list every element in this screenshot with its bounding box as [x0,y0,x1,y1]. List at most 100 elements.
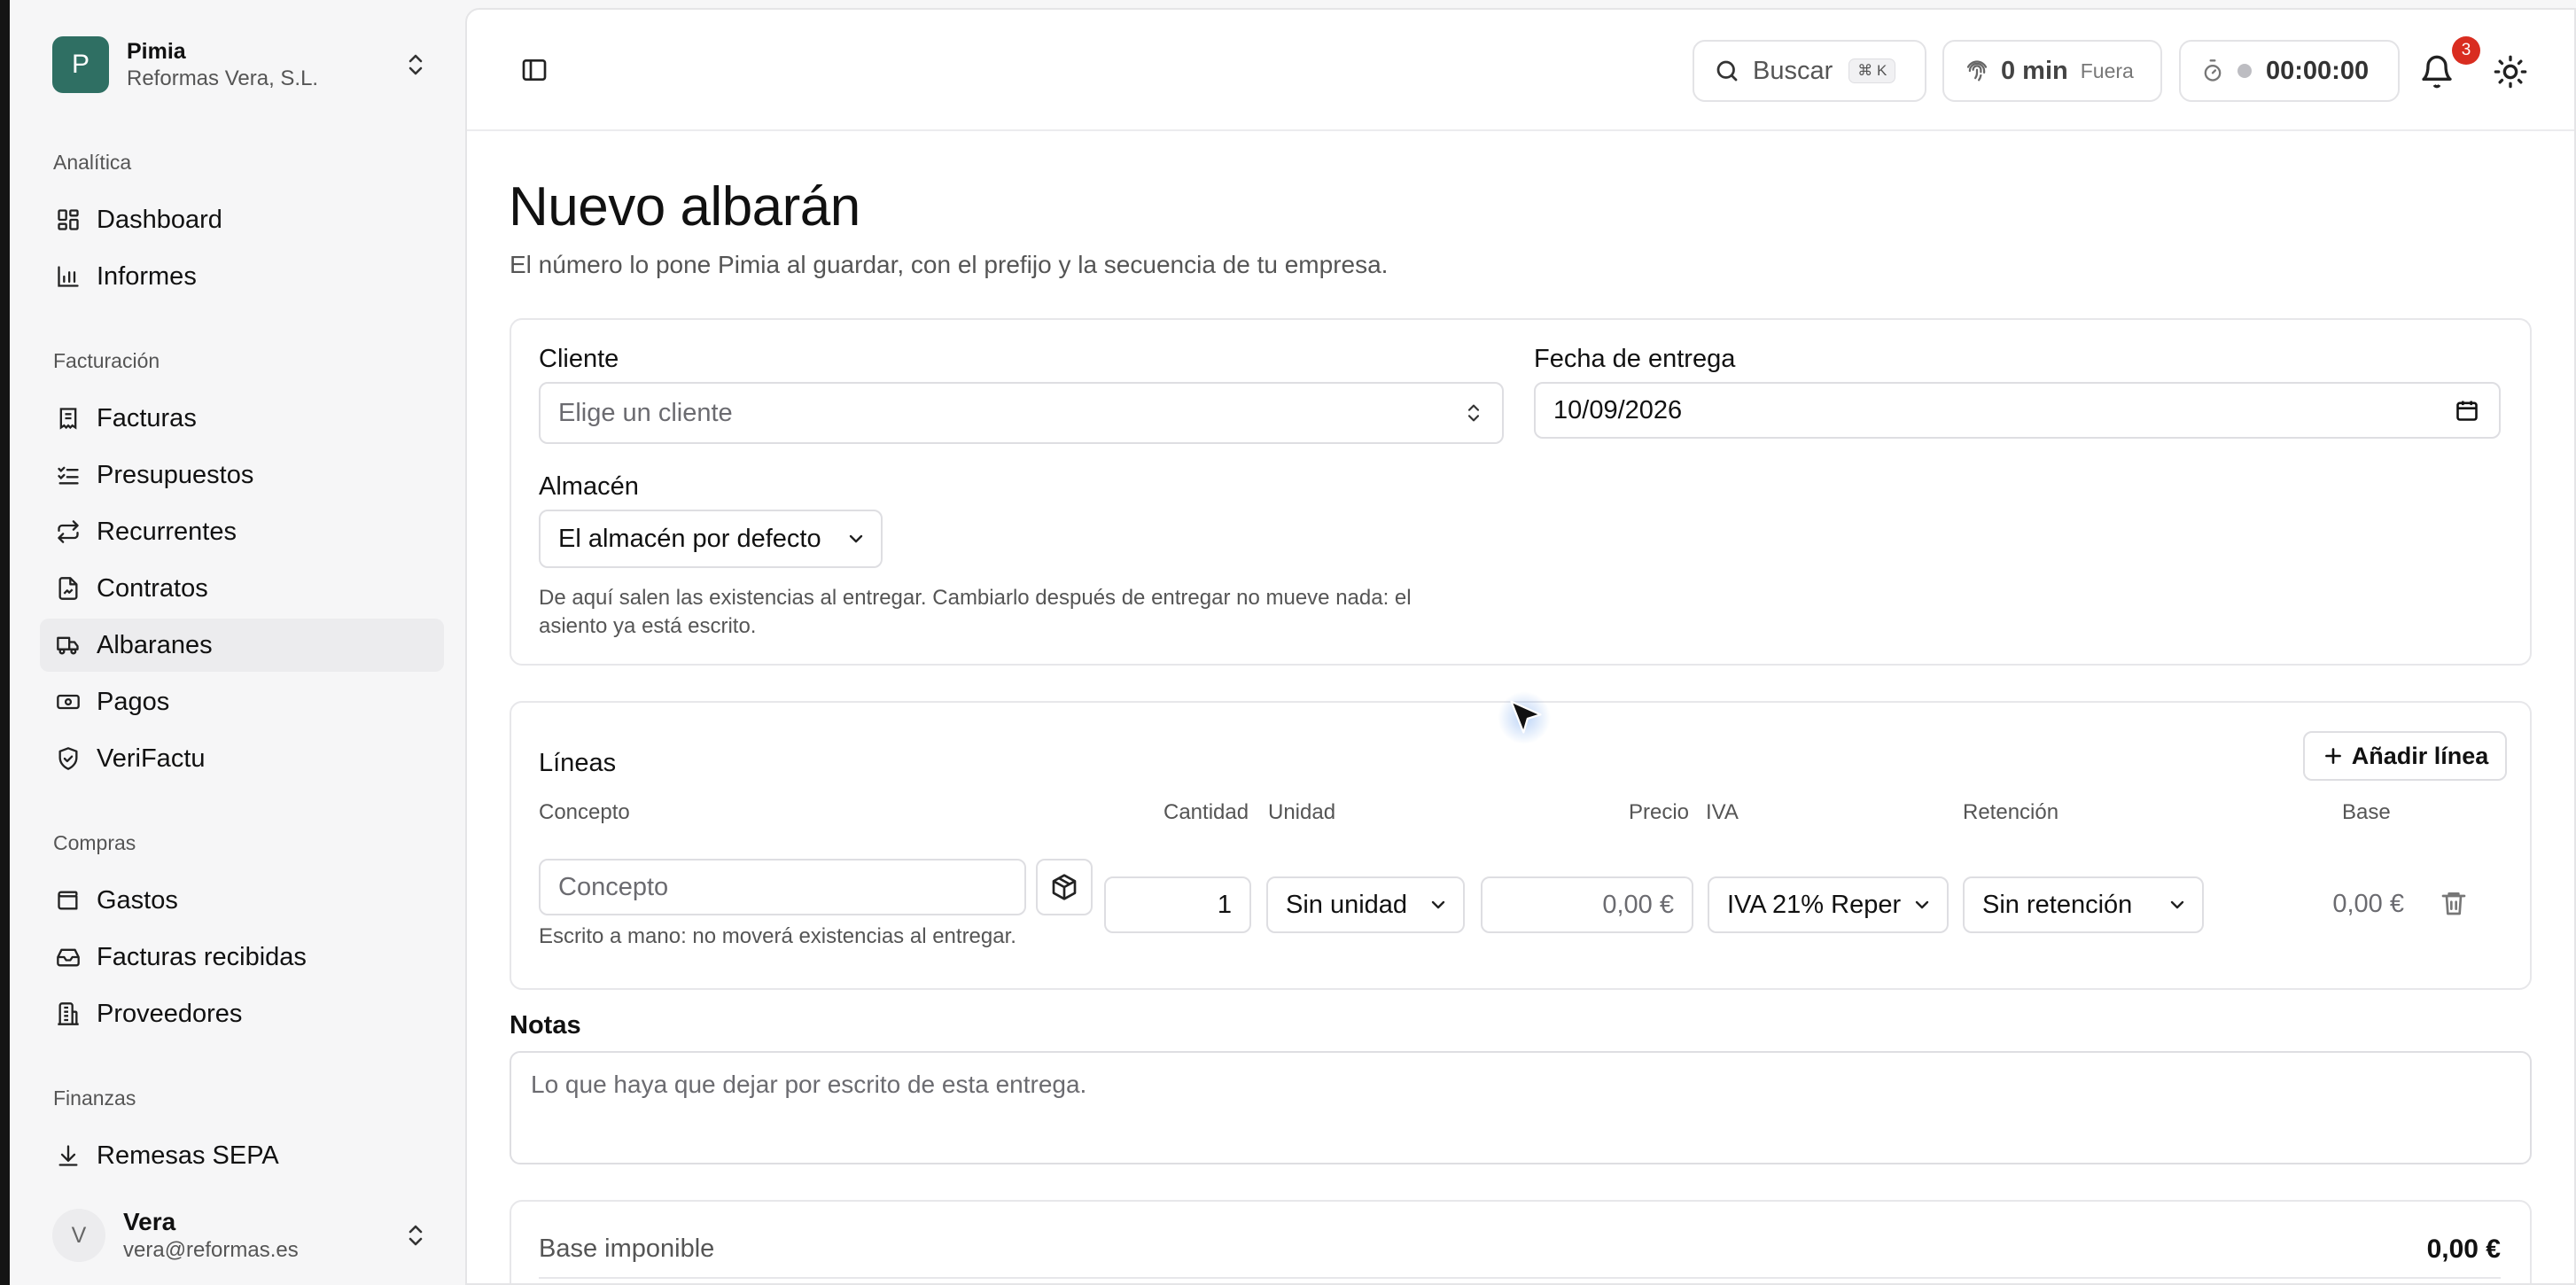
unit-select[interactable]: Sin unidad [1266,876,1465,933]
sidebar-item-label: Recurrentes [97,517,237,546]
totals-card [510,1200,2532,1283]
trash-icon [2441,892,2466,915]
sidebar-item-remesas-sepa[interactable]: Remesas SEPA [40,1129,444,1182]
unit-select-value: Sin unidad [1286,890,1408,919]
column-header-quantity: Cantidad [1163,800,1249,824]
clock-value: 0 min [2001,56,2068,85]
warehouse-help-line-1: De aquí salen las existencias al entrega… [539,586,1412,610]
timer-button[interactable]: 00:00:00 [2179,40,2400,102]
sidebar-item-presupuestos[interactable]: Presupuestos [40,448,444,502]
line-base-value: 0,00 € [2332,890,2404,918]
org-name: Pimia [127,39,186,64]
search-label: Buscar [1753,56,1833,85]
sidebar-item-facturas[interactable]: Facturas [40,392,444,445]
column-header-vat: IVA [1706,800,1739,824]
inbox-icon [54,943,82,971]
column-header-unit: Unidad [1268,800,1336,824]
sidebar-toggle-button[interactable] [517,52,552,88]
timer-value: 00:00:00 [2266,56,2370,85]
notes-textarea[interactable]: Lo que haya que dejar por escrito de est… [510,1051,2532,1164]
sidebar-item-label: Presupuestos [97,460,254,489]
withholding-select[interactable]: Sin retención [1963,876,2204,933]
chevrons-up-down-icon [1465,401,1483,425]
sidebar-item-pagos[interactable]: Pagos [40,675,444,728]
warehouse-help: De aquí salen las existencias al entrega… [539,584,1412,641]
package-icon [1052,874,1077,900]
quantity-input[interactable]: 1 [1104,876,1251,933]
user-email: vera@reformas.es [123,1238,299,1262]
clock-in-button[interactable]: 0 min Fuera [1942,40,2162,102]
add-line-button[interactable]: Añadir línea [2303,731,2507,781]
topbar: Buscar ⌘ K 0 min Fuera 00:00:00 3 [467,10,2574,131]
taxable-base-label: Base imponible [539,1234,715,1263]
sidebar-item-proveedores[interactable]: Proveedores [40,987,444,1040]
avatar: V [52,1209,105,1262]
sidebar-item-label: Facturas [97,403,197,432]
building-icon [54,1000,82,1028]
notifications-badge: 3 [2452,36,2480,65]
user-name: Vera [123,1208,176,1235]
section-label-analitica: Analítica [53,151,132,174]
sidebar-item-label: Contratos [97,573,208,603]
timer-icon [2204,59,2222,82]
client-label: Cliente [539,345,619,373]
main-panel: Buscar ⌘ K 0 min Fuera 00:00:00 3 Nuevo … [465,8,2576,1285]
warehouse-select[interactable]: El almacén por defecto [539,510,883,568]
sidebar: P Pimia Reformas Vera, S.L. Analítica Da… [10,0,465,1285]
concept-input[interactable]: Concepto [539,859,1026,915]
warehouse-help-line-2: asiento ya está escrito. [539,614,757,638]
org-switcher[interactable]: P Pimia Reformas Vera, S.L. [52,35,433,94]
concept-placeholder: Concepto [558,872,669,901]
notifications-button[interactable] [2419,54,2455,90]
window-edge [0,0,10,1285]
delivery-date-value: 10/09/2026 [1553,395,1683,424]
sidebar-item-label: VeriFactu [97,744,206,773]
vat-select[interactable]: IVA 21% Reper [1708,876,1949,933]
wallet-icon [54,886,82,915]
totals-divider [539,1277,2501,1279]
sidebar-item-recurrentes[interactable]: Recurrentes [40,505,444,558]
client-select[interactable]: Elige un cliente [539,382,1504,444]
panel-left-icon [522,59,547,81]
user-menu[interactable]: V Vera vera@reformas.es [52,1205,433,1266]
price-input[interactable]: 0,00 € [1481,876,1693,933]
repeat-icon [54,518,82,546]
chevron-down-icon [845,528,867,549]
chevron-down-icon [1428,894,1449,915]
warehouse-select-value: El almacén por defecto [558,524,821,553]
search-icon [1716,60,1738,82]
contract-icon [54,574,82,603]
page-title: Nuevo albarán [509,176,860,238]
sidebar-item-verifactu[interactable]: VeriFactu [40,732,444,785]
delete-line-button[interactable] [2440,889,2475,924]
sun-icon [2494,55,2527,89]
sidebar-item-label: Proveedores [97,999,243,1028]
download-icon [54,1141,82,1170]
sidebar-item-gastos[interactable]: Gastos [40,874,444,927]
sidebar-item-albaranes[interactable]: Albaranes [40,619,444,672]
sidebar-item-facturas-recibidas[interactable]: Facturas recibidas [40,931,444,984]
sidebar-item-label: Pagos [97,687,170,716]
clock-status: Fuera [2080,58,2134,82]
product-picker-button[interactable] [1036,859,1093,915]
section-label-finanzas: Finanzas [53,1086,136,1110]
dashboard-icon [54,206,82,234]
timer-status-dot [2237,64,2252,78]
price-value: 0,00 € [1602,890,1674,919]
section-label-facturacion: Facturación [53,349,160,372]
sidebar-item-dashboard[interactable]: Dashboard [40,193,444,246]
sidebar-item-informes[interactable]: Informes [40,250,444,303]
theme-toggle-button[interactable] [2493,54,2528,90]
taxable-base-value: 0,00 € [2426,1234,2501,1264]
org-avatar: P [52,36,109,93]
lines-title: Líneas [539,749,617,777]
sidebar-item-contratos[interactable]: Contratos [40,562,444,615]
plus-icon [2324,748,2341,764]
delivery-date-label: Fecha de entrega [1534,345,1736,373]
concept-help: Escrito a mano: no moverá existencias al… [539,924,1016,948]
shield-check-icon [54,744,82,773]
add-line-label: Añadir línea [2351,742,2489,769]
bell-icon [2422,55,2452,89]
delivery-date-input[interactable]: 10/09/2026 [1534,382,2501,439]
search-button[interactable]: Buscar ⌘ K [1693,40,1926,102]
